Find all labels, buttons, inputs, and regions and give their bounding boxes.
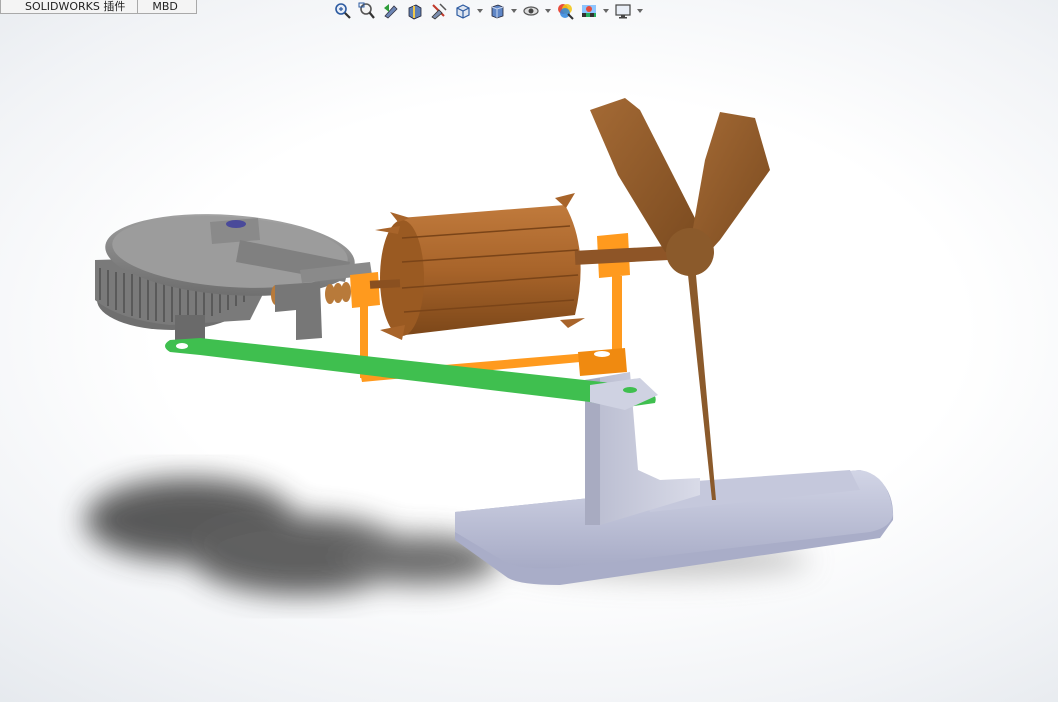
command-manager-tabs: SOLIDWORKS 插件 MBD	[0, 0, 197, 15]
apply-scene-dropdown-icon[interactable]	[602, 0, 610, 22]
motor-rotor[interactable]	[369, 193, 686, 340]
dynamic-annotation-views-icon[interactable]	[428, 0, 450, 22]
zoom-to-area-icon[interactable]	[356, 0, 378, 22]
view-settings-icon[interactable]	[612, 0, 634, 22]
view-orientation-icon[interactable]	[452, 0, 474, 22]
display-style-dropdown-icon[interactable]	[510, 0, 518, 22]
heads-up-view-toolbar	[332, 0, 644, 22]
view-orientation-dropdown-icon[interactable]	[476, 0, 484, 22]
graphics-area[interactable]	[0, 0, 1058, 702]
hide-show-items-icon[interactable]	[520, 0, 542, 22]
section-view-icon[interactable]	[404, 0, 426, 22]
display-style-icon[interactable]	[486, 0, 508, 22]
edit-appearance-icon[interactable]	[554, 0, 576, 22]
view-settings-dropdown-icon[interactable]	[636, 0, 644, 22]
zoom-to-fit-icon[interactable]	[332, 0, 354, 22]
tab-solidworks-addins[interactable]: SOLIDWORKS 插件	[0, 0, 139, 14]
previous-view-icon[interactable]	[380, 0, 402, 22]
hide-show-dropdown-icon[interactable]	[544, 0, 552, 22]
spring-right[interactable]	[325, 282, 351, 304]
apply-scene-icon[interactable]	[578, 0, 600, 22]
tab-mbd[interactable]: MBD	[138, 0, 197, 14]
